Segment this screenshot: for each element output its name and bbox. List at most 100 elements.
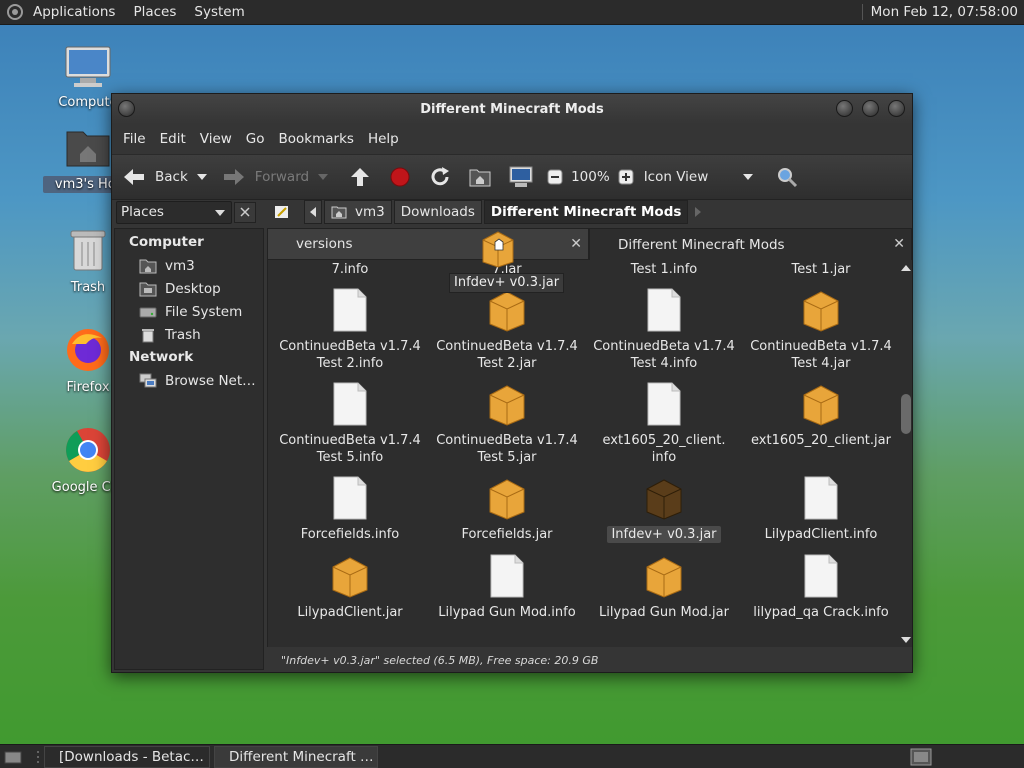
- places-menu[interactable]: Places: [124, 4, 185, 20]
- taskbar-item-label: Different Minecraft …: [229, 748, 374, 765]
- file-name-line2: info: [651, 450, 677, 465]
- tab-close-icon[interactable]: ✕: [893, 236, 905, 252]
- path-scroll-right-button[interactable]: [690, 200, 706, 224]
- view-mode-value: Icon View: [643, 169, 709, 185]
- file-item[interactable]: LilypadClient.info: [746, 476, 896, 543]
- file-item[interactable]: ContinuedBeta v1.7.4 Test 2.jar: [432, 288, 582, 372]
- view-mode-select[interactable]: Icon View: [644, 169, 754, 185]
- up-button[interactable]: [349, 166, 371, 188]
- file-item[interactable]: ContinuedBeta v1.7.4 Test 4.jar: [746, 288, 896, 372]
- path-segment-vm3[interactable]: vm3: [324, 200, 392, 224]
- sidebar-item-browse-network[interactable]: Browse Net…: [115, 369, 263, 392]
- path-scroll-left-button[interactable]: [304, 200, 322, 224]
- file-item[interactable]: ContinuedBeta v1.7.4 Test 5.info: [275, 382, 425, 466]
- tab-different-minecraft-mods[interactable]: Different Minecraft Mods ✕: [589, 228, 912, 260]
- taskbar-item-downloads[interactable]: [Downloads - Betac…: [44, 745, 210, 768]
- file-item[interactable]: Forcefields.info: [275, 476, 425, 543]
- scrollbar-thumb[interactable]: [901, 394, 911, 434]
- package-icon: [646, 557, 682, 598]
- back-button[interactable]: Back: [122, 167, 188, 187]
- zoom-in-icon: [618, 169, 634, 185]
- tab-versions[interactable]: versions ✕: [267, 228, 589, 260]
- window-menu-button[interactable]: [118, 100, 135, 117]
- file-item[interactable]: Infdev+ v0.3.jar: [589, 476, 739, 543]
- path-segment-current[interactable]: Different Minecraft Mods: [483, 200, 689, 224]
- menu-file[interactable]: File: [116, 131, 153, 147]
- tab-close-icon[interactable]: ✕: [570, 236, 582, 252]
- file-icon-view[interactable]: ContinuedAlpha v1.2.7.infoContinuedAlpha…: [267, 260, 912, 647]
- show-desktop-icon[interactable]: [4, 749, 22, 765]
- sidebar-item-vm3[interactable]: vm3: [115, 254, 263, 277]
- minimize-button[interactable]: [836, 100, 853, 117]
- sidebar-type-value: Places: [121, 204, 164, 220]
- file-item[interactable]: Lilypad Gun Mod.jar: [589, 554, 739, 621]
- file-item[interactable]: ContinuedBeta v1.7.4 Test 2.info: [275, 288, 425, 372]
- maximize-button[interactable]: [862, 100, 879, 117]
- sidebar-item-file-system[interactable]: File System: [115, 300, 263, 323]
- reload-button[interactable]: [429, 166, 451, 188]
- workspace-switcher-icon[interactable]: [910, 748, 932, 766]
- file-item[interactable]: ContinuedBeta v1.7.4 Test 5.jar: [432, 382, 582, 466]
- file-name: Lilypad Gun Mod.jar: [599, 605, 729, 620]
- file-item[interactable]: ContinuedAlpha v1.2.7.info: [275, 260, 425, 278]
- file-item[interactable]: LilypadClient.jar: [275, 554, 425, 621]
- file-item[interactable]: ext1605_20_client. info: [589, 382, 739, 466]
- zoom-level[interactable]: 100%: [571, 169, 610, 185]
- forward-history-dropdown[interactable]: [317, 173, 329, 181]
- file-name: Forcefields.info: [300, 527, 400, 542]
- file-name-line2: Test 1.jar: [791, 262, 851, 277]
- close-sidebar-button[interactable]: [234, 202, 256, 223]
- clock[interactable]: Mon Feb 12, 07:58:00: [871, 4, 1024, 20]
- vertical-scrollbar[interactable]: [898, 264, 912, 646]
- stop-button[interactable]: [389, 166, 411, 188]
- file-item[interactable]: ContinuedBeta v1.7.4Test 1.info: [589, 260, 739, 278]
- window-title: Different Minecraft Mods: [420, 101, 604, 117]
- sidebar-item-desktop[interactable]: Desktop: [115, 277, 263, 300]
- file-name: LilypadClient.jar: [297, 605, 403, 620]
- home-button[interactable]: [469, 167, 491, 187]
- sidebar-item-label: File System: [165, 303, 243, 320]
- path-segment-downloads[interactable]: Downloads: [393, 200, 482, 224]
- system-menu[interactable]: System: [185, 4, 253, 20]
- firefox-icon: [67, 329, 109, 371]
- menu-view[interactable]: View: [193, 131, 239, 147]
- file-item[interactable]: lilypad_qa Crack.info: [746, 554, 896, 621]
- close-button[interactable]: [888, 100, 905, 117]
- file-name-line2: Test 2.jar: [477, 356, 537, 371]
- dragged-jar-icon: [482, 231, 514, 268]
- sidebar-type-select[interactable]: Places: [116, 201, 232, 224]
- chevron-right-icon: [695, 207, 702, 217]
- zoom-out-button[interactable]: [547, 169, 563, 185]
- window-titlebar[interactable]: Different Minecraft Mods: [112, 94, 912, 124]
- file-name: ContinuedBeta v1.7.4: [593, 339, 735, 354]
- menu-help[interactable]: Help: [361, 131, 406, 147]
- package-icon: [332, 557, 368, 598]
- scroll-down-arrow-icon[interactable]: [901, 636, 911, 644]
- file-name: ContinuedBeta v1.7.4: [279, 339, 421, 354]
- applications-menu[interactable]: Applications: [24, 4, 124, 20]
- menu-go[interactable]: Go: [239, 131, 272, 147]
- file-name-line2: Test 1.info: [630, 262, 698, 277]
- gnome-foot-icon[interactable]: [6, 3, 24, 21]
- menu-bookmarks[interactable]: Bookmarks: [272, 131, 361, 147]
- zoom-in-button[interactable]: [618, 169, 634, 185]
- file-item[interactable]: ContinuedBeta v1.7.4Test 1.jar: [746, 260, 896, 278]
- toggle-location-entry-button[interactable]: [268, 200, 296, 224]
- file-item[interactable]: Lilypad Gun Mod.info: [432, 554, 582, 621]
- scroll-up-arrow-icon[interactable]: [901, 264, 911, 272]
- file-item[interactable]: Forcefields.jar: [432, 476, 582, 543]
- sidebar-item-label: Desktop: [165, 280, 221, 297]
- document-icon: [804, 476, 838, 520]
- sidebar-item-trash[interactable]: Trash: [115, 323, 263, 346]
- file-item[interactable]: ext1605_20_client.jar: [746, 382, 896, 449]
- computer-button[interactable]: [509, 166, 533, 188]
- taskbar-item-file-manager[interactable]: Different Minecraft …: [214, 745, 378, 768]
- computer-icon: [65, 46, 111, 87]
- back-history-dropdown[interactable]: [196, 173, 208, 181]
- menu-edit[interactable]: Edit: [153, 131, 193, 147]
- file-item[interactable]: ContinuedBeta v1.7.4 Test 4.info: [589, 288, 739, 372]
- search-button[interactable]: [776, 166, 798, 188]
- tab-bar: versions ✕ Different Minecraft Mods ✕: [267, 228, 912, 260]
- forward-button[interactable]: Forward: [222, 167, 309, 187]
- sidebar-section-computer: Computer: [129, 234, 204, 250]
